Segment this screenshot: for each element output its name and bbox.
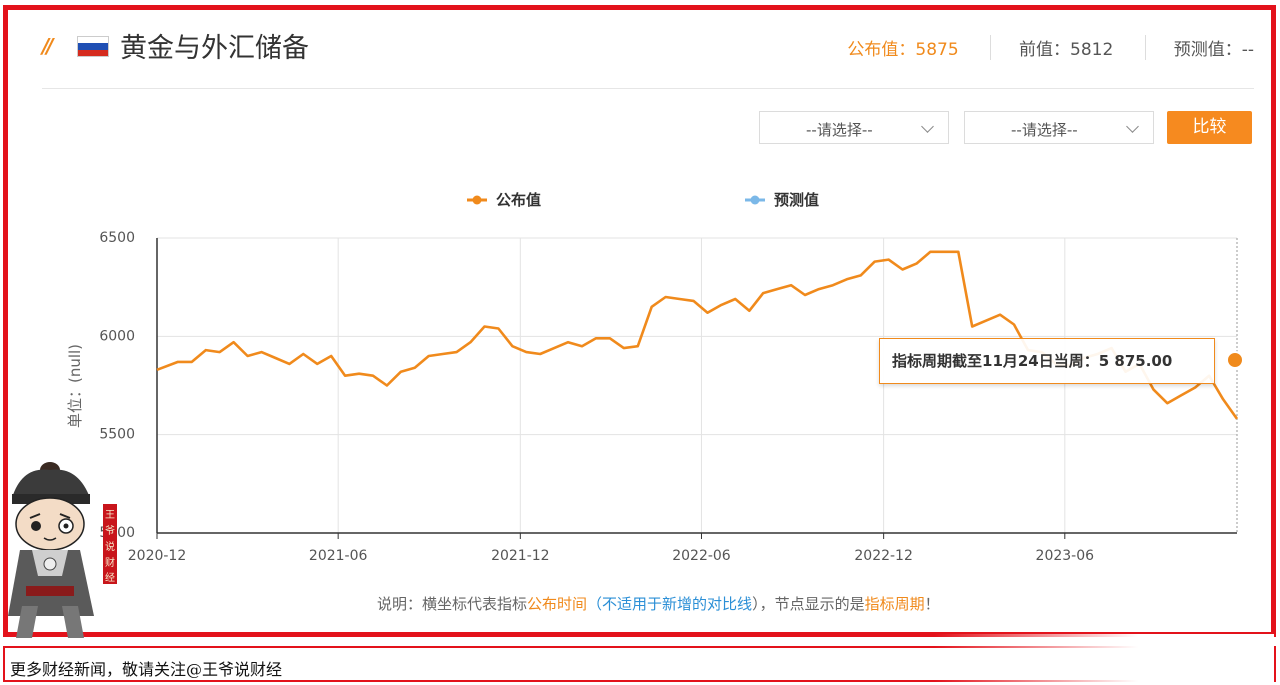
- chart-tooltip: 指标周期截至11月24日当周：5 875.00: [879, 338, 1215, 384]
- legend-label: 预测值: [774, 191, 819, 209]
- x-tick-label: 2020-12: [128, 548, 187, 564]
- footer-text: 更多财经新闻，敬请关注@王爷说财经: [10, 660, 283, 679]
- x-tick-label: 2022-12: [854, 548, 913, 564]
- mascot-watermark: 王 爷 说 财 经: [8, 462, 117, 638]
- svg-text:爷: 爷: [105, 524, 115, 537]
- note-paren: （: [587, 595, 603, 613]
- x-tick-label: 2021-06: [309, 548, 368, 564]
- note-middle: ），节点显示的是: [752, 595, 865, 613]
- svg-text:财: 财: [105, 556, 115, 569]
- svg-text:王: 王: [105, 510, 115, 521]
- x-tick-label: 2021-12: [491, 548, 550, 564]
- note-suffix: ！: [924, 595, 940, 613]
- svg-text:经: 经: [105, 571, 115, 584]
- chart-note: 说明：横坐标代表指标公布时间（不适用于新增的对比线），节点显示的是指标周期！: [377, 593, 940, 614]
- y-tick-label: 6500: [99, 230, 135, 246]
- x-tick-label: 2022-06: [672, 548, 731, 564]
- note-highlight-publish-time: 公布时间: [527, 595, 588, 613]
- svg-text:说: 说: [105, 540, 115, 553]
- note-highlight-period: 指标周期: [864, 595, 925, 613]
- note-prefix: 说明：横坐标代表指标: [377, 595, 528, 613]
- x-tick-label: 2023-06: [1036, 548, 1095, 564]
- y-axis-label: 单位：(null): [66, 344, 84, 428]
- series-line-published: [156, 250, 1239, 420]
- y-tick-label: 6000: [99, 328, 135, 344]
- legend-swatch-marker: [750, 195, 760, 205]
- legend-swatch-marker: [472, 195, 482, 205]
- legend-label: 公布值: [496, 191, 541, 209]
- footer-bar: 更多财经新闻，敬请关注@王爷说财经: [3, 634, 1276, 684]
- note-highlight-compare: 不适用于新增的对比线: [602, 595, 753, 613]
- highlighted-data-point: [1226, 351, 1244, 369]
- y-tick-label: 5500: [99, 427, 135, 443]
